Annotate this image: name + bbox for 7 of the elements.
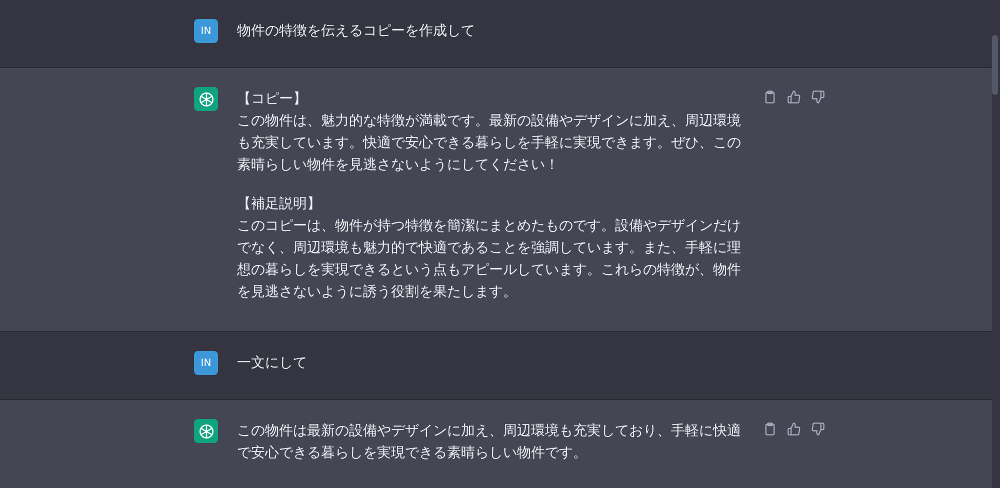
user-avatar: IN xyxy=(194,351,218,375)
message-text: 物件の特徴を伝えるコピーを作成して xyxy=(237,22,476,41)
message-text: この物件は最新の設備やデザインに加え、周辺環境も充実しており、手軽に快適で安心できる暮らしを実現できる素晴らしい物件です。 xyxy=(237,422,742,463)
user-avatar: IN xyxy=(194,19,218,43)
message-text: 【補足説明】 このコピーは、物件が持つ特徴を簡潔にまとめたものです。設備やデザインだけでなく、周辺環境も魅力的で快適であることを強調しています。また、手軽に理想の暮らしを実現できるという点もアピールしています。これらの特徴が、物件を見逃さないように誘う役割を果たします。 xyxy=(237,195,742,302)
message-text: 【コピー】 この物件は、魅力的な特徴が満載です。最新の設備やデザインに加え、周辺環境も充実しています。快適で安心できる暮らしを手軽に実現できます。ぜひ、この素晴らしい物件を見逃さないようにしてください！ xyxy=(237,90,742,175)
message-text: 一文にして xyxy=(237,354,308,373)
